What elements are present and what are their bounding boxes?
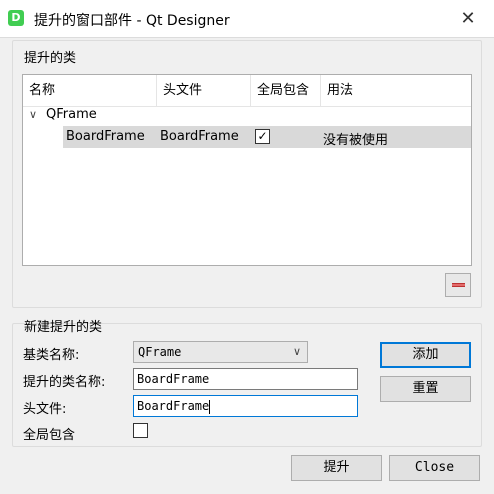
text-cursor: [209, 399, 211, 414]
row-usage: 没有被使用: [323, 133, 389, 148]
promote-button[interactable]: 提升: [291, 455, 382, 481]
window-title: 提升的窗口部件 - Qt Designer: [34, 13, 230, 29]
reset-button[interactable]: 重置: [380, 376, 471, 402]
close-button[interactable]: Close: [389, 455, 480, 481]
new-promoted-class-title: 新建提升的类: [24, 320, 103, 335]
global-include-checkbox[interactable]: [133, 423, 148, 438]
title-bar: D 提升的窗口部件 - Qt Designer ✕: [0, 0, 494, 38]
global-include-label: 全局包含: [23, 428, 76, 443]
header-file-label: 头文件:: [23, 402, 67, 417]
base-class-combobox[interactable]: QFrame ∨: [133, 341, 308, 363]
row-global-include-checkbox[interactable]: ✓: [255, 129, 270, 144]
column-header-header-file[interactable]: 头文件: [157, 75, 251, 107]
row-class-name: BoardFrame: [66, 129, 145, 144]
column-header-global-include[interactable]: 全局包含: [251, 75, 321, 107]
tree-parent-qframe[interactable]: QFrame: [46, 107, 97, 122]
chevron-down-icon: ∨: [292, 345, 301, 358]
header-file-value: BoardFrame: [137, 399, 210, 413]
column-header-usage[interactable]: 用法: [321, 75, 471, 107]
remove-button[interactable]: [445, 273, 471, 297]
minus-icon: [452, 283, 465, 287]
tree-header: 名称 头文件 全局包含 用法: [23, 75, 471, 107]
base-class-value: QFrame: [138, 345, 182, 359]
class-name-input[interactable]: BoardFrame: [133, 368, 358, 390]
qt-designer-icon: D: [8, 10, 24, 26]
row-header-file: BoardFrame: [160, 129, 239, 144]
promoted-classes-title: 提升的类: [24, 51, 77, 66]
chevron-down-icon[interactable]: ∨: [29, 108, 37, 121]
add-button[interactable]: 添加: [380, 342, 471, 368]
column-header-name[interactable]: 名称: [23, 75, 157, 107]
base-class-label: 基类名称:: [23, 348, 80, 363]
class-name-label: 提升的类名称:: [23, 375, 106, 390]
header-file-input[interactable]: BoardFrame: [133, 395, 358, 417]
promoted-classes-tree[interactable]: 名称 头文件 全局包含 用法: [22, 74, 472, 266]
close-icon[interactable]: ✕: [454, 6, 482, 32]
